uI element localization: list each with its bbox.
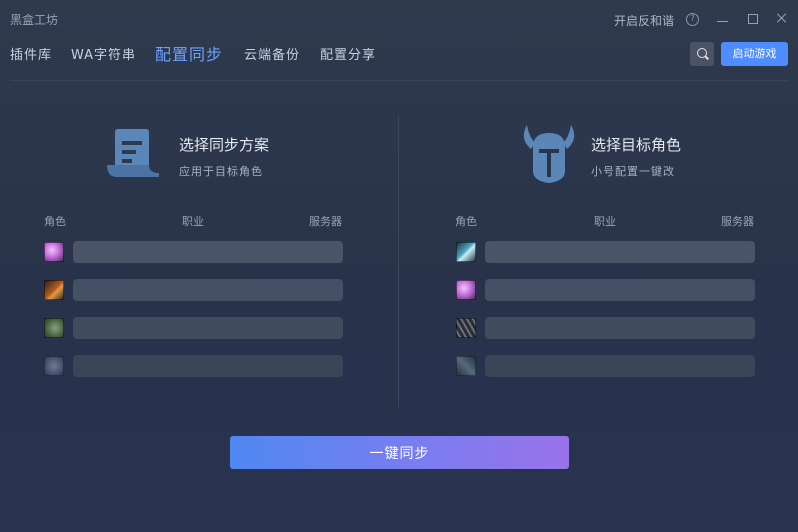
tab-wa-string[interactable]: WA字符串	[71, 44, 136, 63]
target-subtitle: 小号配置一键改	[591, 165, 675, 178]
target-title: 选择目标角色	[591, 136, 682, 154]
panel-divider	[398, 115, 399, 407]
class-icon-blade	[456, 356, 476, 376]
header-divider	[10, 80, 788, 81]
character-slot[interactable]	[485, 279, 755, 301]
tab-plugin-library[interactable]: 插件库	[10, 44, 52, 63]
character-slot[interactable]	[485, 355, 755, 377]
title-bar: 黑盒工坊 开启反和谐 ?	[0, 0, 798, 38]
character-slot[interactable]	[73, 355, 343, 377]
scroll-document-icon	[107, 129, 159, 177]
class-icon-claw	[456, 318, 476, 338]
start-game-button[interactable]: 启动游戏	[721, 42, 788, 66]
source-title: 选择同步方案	[179, 136, 270, 154]
class-icon-fire-staff	[44, 280, 64, 300]
one-click-sync-button[interactable]: 一键同步	[230, 436, 569, 469]
class-icon-nature	[44, 318, 64, 338]
character-slot[interactable]	[485, 241, 755, 263]
column-class: 职业	[182, 215, 204, 228]
minimize-icon[interactable]	[716, 10, 730, 24]
column-class: 职业	[594, 215, 616, 228]
tab-config-share[interactable]: 配置分享	[320, 44, 376, 63]
character-slot[interactable]	[73, 317, 343, 339]
class-icon-frost-axe	[456, 242, 476, 262]
horned-helmet-icon	[523, 125, 575, 183]
class-icon-arcane	[44, 242, 64, 262]
column-server: 服务器	[309, 215, 342, 228]
character-slot[interactable]	[73, 279, 343, 301]
main-nav: 插件库 WA字符串 配置同步 云端备份 配置分享	[0, 38, 798, 72]
column-character: 角色	[455, 215, 477, 228]
character-slot[interactable]	[485, 317, 755, 339]
class-icon-frost	[44, 356, 64, 376]
harmony-toggle[interactable]: 开启反和谐	[614, 12, 674, 29]
class-icon-arcane	[456, 280, 476, 300]
help-icon[interactable]: ?	[686, 13, 699, 26]
close-icon[interactable]	[775, 10, 789, 24]
column-character: 角色	[44, 215, 66, 228]
search-button[interactable]	[690, 42, 714, 66]
tab-cloud-backup[interactable]: 云端备份	[244, 44, 300, 63]
tab-config-sync[interactable]: 配置同步	[155, 41, 223, 65]
character-slot[interactable]	[73, 241, 343, 263]
maximize-icon[interactable]	[746, 10, 760, 24]
column-server: 服务器	[721, 215, 754, 228]
source-subtitle: 应用于目标角色	[179, 165, 263, 178]
app-title: 黑盒工坊	[10, 13, 59, 27]
